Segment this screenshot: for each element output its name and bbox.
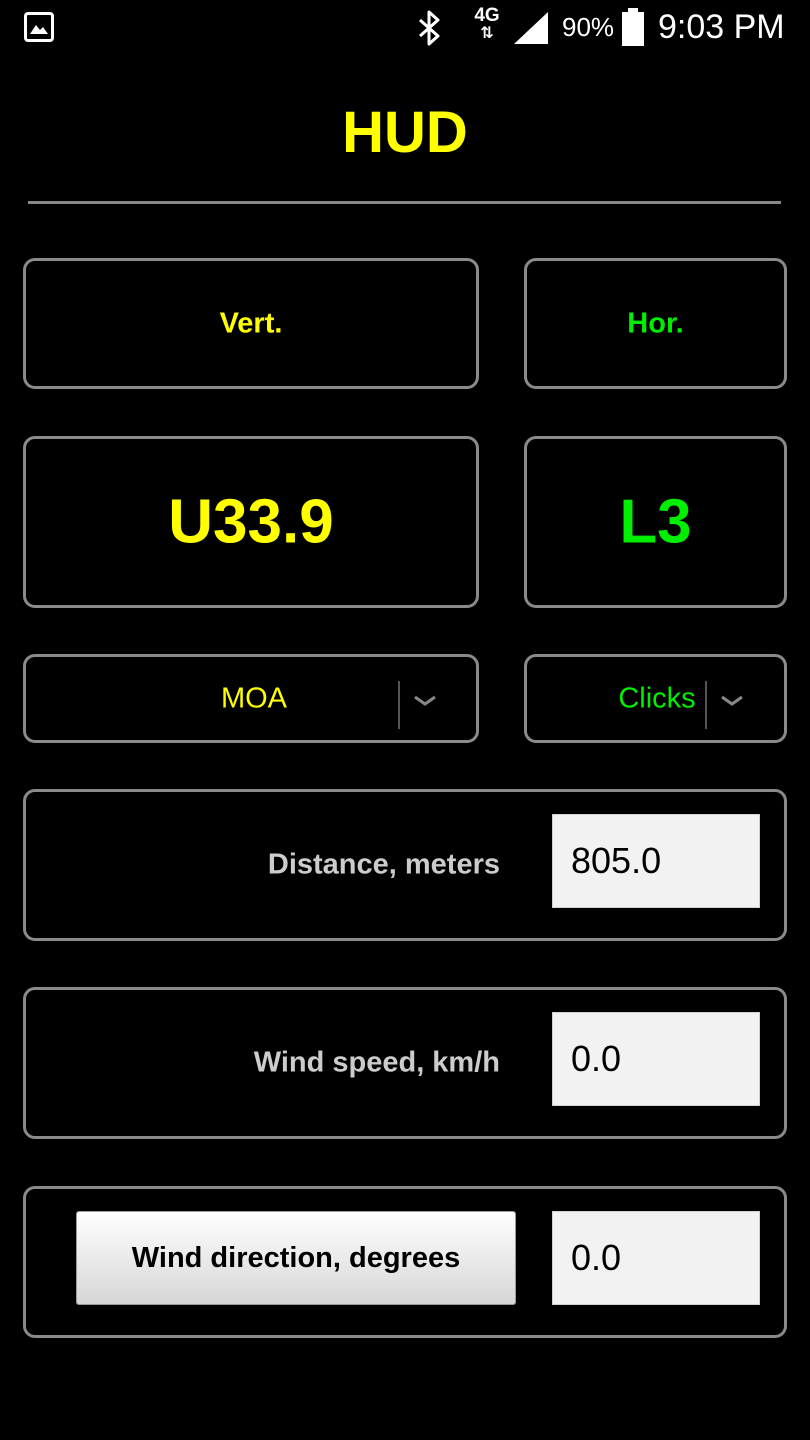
vertical-unit-spinner[interactable]: MOA <box>23 654 479 743</box>
bluetooth-icon <box>419 10 440 46</box>
hud-screen: 4G ⇅ 90% 9:03 PM HUD Vert. Hor. U33.9 L3… <box>0 0 810 1440</box>
horizontal-value-box: L3 <box>524 436 787 608</box>
distance-row: Distance, meters <box>23 789 787 941</box>
vertical-label-box: Vert. <box>23 258 479 389</box>
horizontal-label: Hor. <box>627 307 684 339</box>
wind-direction-row: Wind direction, degrees <box>23 1186 787 1338</box>
wind-direction-button[interactable]: Wind direction, degrees <box>76 1211 516 1305</box>
page-title: HUD <box>342 100 468 165</box>
horizontal-value: L3 <box>619 487 692 557</box>
spinner-separator <box>398 681 400 729</box>
status-time: 9:03 PM <box>658 8 785 46</box>
battery-percent: 90% <box>562 12 615 42</box>
signal-icon <box>514 12 548 44</box>
wind-speed-row: Wind speed, km/h <box>23 987 787 1139</box>
network-indicator: 4G ⇅ <box>474 5 500 42</box>
distance-label: Distance, meters <box>267 848 500 881</box>
wind-speed-label: Wind speed, km/h <box>253 1046 500 1079</box>
chevron-down-icon <box>721 695 743 706</box>
vertical-value: U33.9 <box>168 487 334 557</box>
wind-speed-input[interactable] <box>552 1012 760 1106</box>
wind-direction-input[interactable] <box>552 1211 760 1305</box>
title-divider <box>28 201 781 204</box>
vertical-label: Vert. <box>219 307 283 339</box>
horizontal-unit-selected: Clicks <box>618 682 696 714</box>
gallery-icon <box>24 12 54 42</box>
chevron-down-icon <box>414 695 436 706</box>
horizontal-unit-spinner[interactable]: Clicks <box>524 654 787 743</box>
battery-icon <box>622 8 644 46</box>
horizontal-label-box: Hor. <box>524 258 787 389</box>
distance-input[interactable] <box>552 814 760 908</box>
status-bar: 4G ⇅ 90% 9:03 PM <box>0 0 810 56</box>
spinner-separator <box>705 681 707 729</box>
vertical-value-box: U33.9 <box>23 436 479 608</box>
